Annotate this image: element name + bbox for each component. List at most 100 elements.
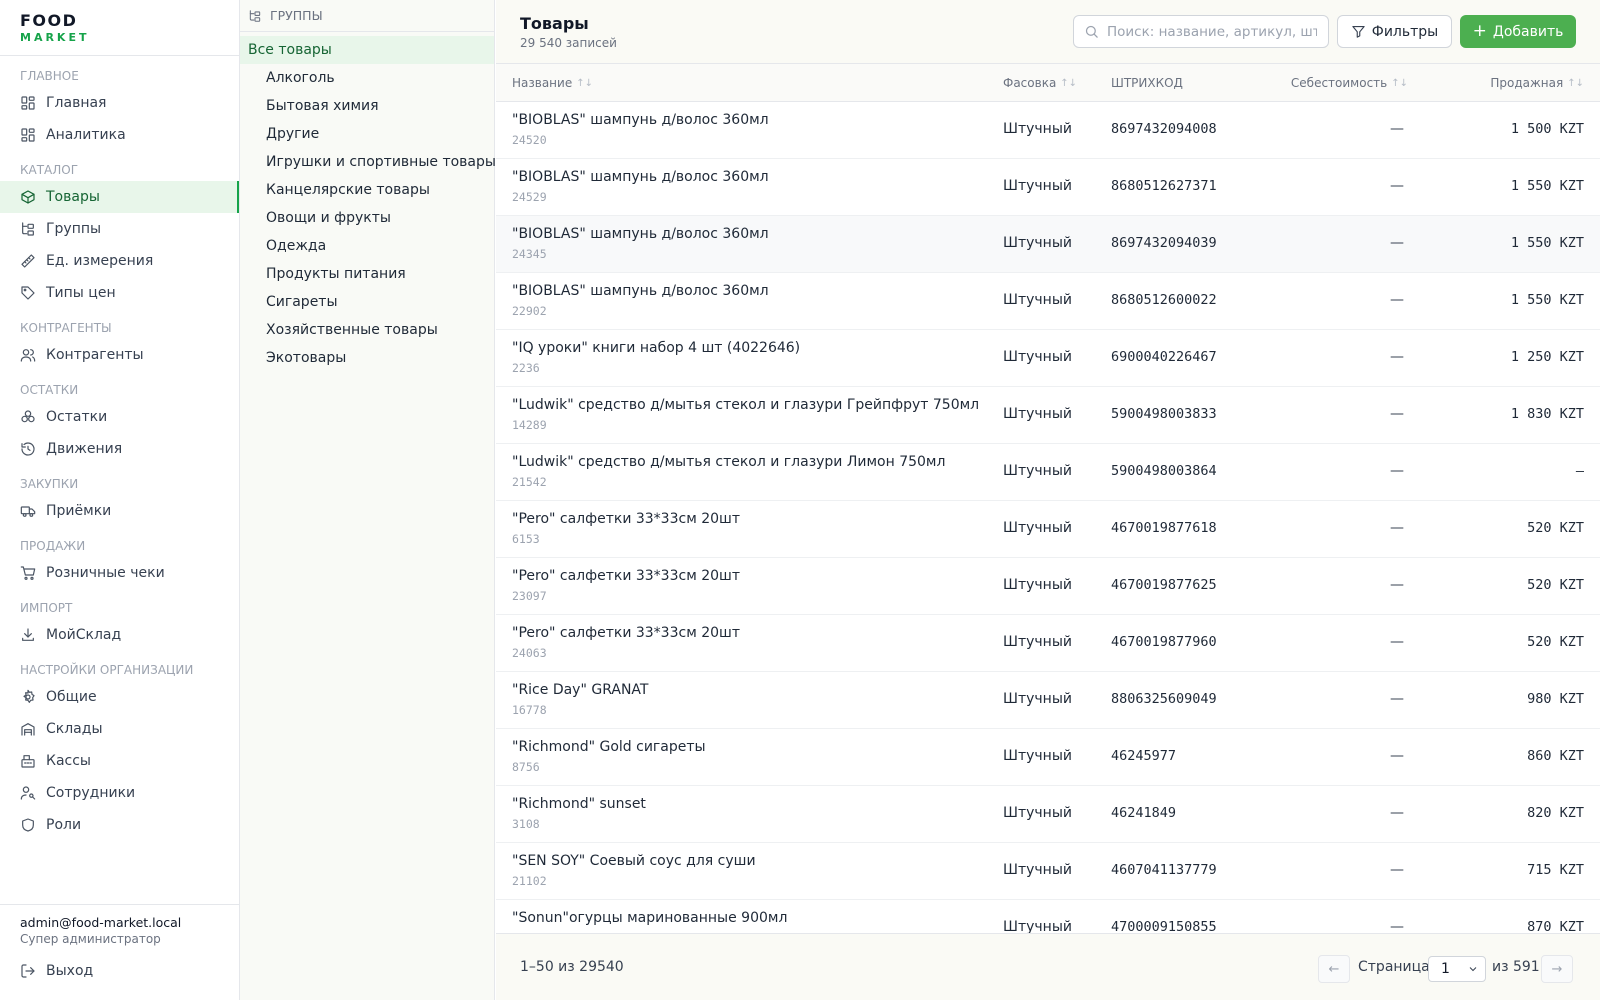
table-row[interactable]: "Richmond" Gold сигареты 8756 Штучный 46245… bbox=[496, 729, 1600, 786]
products-table: Название ↑↓ Фасовка ↑↓ ШТРИХКОД Себестоимо… bbox=[496, 64, 1600, 934]
sidebar-item[interactable]: Типы цен bbox=[0, 277, 239, 309]
group-item[interactable]: Продукты питания bbox=[240, 260, 494, 288]
logout-icon bbox=[21, 964, 35, 978]
column-header-cost[interactable]: Себестоимость ↑↓ bbox=[1291, 64, 1408, 102]
sidebar-item[interactable]: Склады bbox=[0, 713, 239, 745]
product-name: "Pero" салфетки 33*33см 20шт bbox=[512, 625, 740, 641]
sidebar-item[interactable]: Остатки bbox=[0, 401, 239, 433]
table-row[interactable]: "Sonun"огурцы маринованные 900мл Штучный 4… bbox=[496, 900, 1600, 933]
product-sku: 16778 bbox=[512, 703, 547, 717]
search-box[interactable] bbox=[1073, 15, 1329, 48]
product-price: 860 KZT bbox=[1527, 748, 1584, 764]
table-row[interactable]: "SEN SOY" Соевый соус для суши 21102 Штучн… bbox=[496, 843, 1600, 900]
product-price: 520 KZT bbox=[1527, 577, 1584, 593]
product-barcode: 4670019877960 bbox=[1111, 634, 1217, 650]
product-name: "BIOBLAS" шампунь д/волос 360мл bbox=[512, 169, 769, 185]
product-price: 715 KZT bbox=[1527, 862, 1584, 878]
product-barcode: 8697432094008 bbox=[1111, 121, 1217, 137]
sidebar-item[interactable]: Роли bbox=[0, 809, 239, 841]
sidebar-item[interactable]: Кассы bbox=[0, 745, 239, 777]
sidebar-item[interactable]: Общие bbox=[0, 681, 239, 713]
table-row[interactable]: "BIOBLAS" шампунь д/волос 360мл 24529 Штуч… bbox=[496, 159, 1600, 216]
table-row[interactable]: "BIOBLAS" шампунь д/волос 360мл 24520 Штуч… bbox=[496, 102, 1600, 159]
sidebar-item-label: Аналитика bbox=[46, 127, 126, 143]
table-row[interactable]: "Ludwik" средство д/мытья стекол и глазу… bbox=[496, 387, 1600, 444]
group-item[interactable]: Хозяйственные товары bbox=[240, 316, 494, 344]
group-item[interactable]: Игрушки и спортивные товары bbox=[240, 148, 496, 176]
column-header-pack[interactable]: Фасовка ↑↓ bbox=[1003, 64, 1077, 102]
nav-section-title: ГЛАВНОЕ bbox=[20, 69, 79, 83]
nav-section-title: ЗАКУПКИ bbox=[20, 477, 79, 491]
sidebar-item[interactable]: Приёмки bbox=[0, 495, 239, 527]
logout-button[interactable]: Выход bbox=[20, 961, 219, 981]
page-label: Страница bbox=[1358, 959, 1430, 975]
group-item[interactable]: Овощи и фрукты bbox=[240, 204, 494, 232]
sidebar-item-label: Типы цен bbox=[46, 285, 116, 301]
product-price: 1 550 KZT bbox=[1510, 178, 1584, 194]
product-price: 1 250 KZT bbox=[1510, 349, 1584, 365]
sort-icon: ↑↓ bbox=[1060, 77, 1078, 89]
product-cost: — bbox=[1390, 577, 1404, 593]
column-header-price-label: Продажная bbox=[1490, 76, 1564, 90]
product-barcode: 8697432094039 bbox=[1111, 235, 1217, 251]
sidebar-item[interactable]: Розничные чеки bbox=[0, 557, 239, 589]
product-sku: 6153 bbox=[512, 532, 540, 546]
search-icon bbox=[1085, 25, 1098, 38]
table-row[interactable]: "Ludwik" средство д/мытья стекол и глазу… bbox=[496, 444, 1600, 501]
sidebar-item[interactable]: Контрагенты bbox=[0, 339, 239, 371]
sidebar-item[interactable]: Ед. измерения bbox=[0, 245, 239, 277]
product-barcode: 5900498003864 bbox=[1111, 463, 1217, 479]
main-content: Товары 29 540 записей Фильтры + Добавить… bbox=[496, 0, 1600, 1000]
group-item-all[interactable]: Все товары bbox=[240, 36, 494, 64]
product-name: "Ludwik" средство д/мытья стекол и глазу… bbox=[512, 454, 946, 470]
product-name: "Rice Day" GRANAT bbox=[512, 682, 649, 698]
sidebar-item-label: Сотрудники bbox=[46, 785, 136, 801]
table-row[interactable]: "Pero" салфетки 33*33см 20шт 23097 Штучный… bbox=[496, 558, 1600, 615]
group-item[interactable]: Бытовая химия bbox=[240, 92, 494, 120]
group-item[interactable]: Одежда bbox=[240, 232, 494, 260]
sidebar-item-label: Товары bbox=[46, 189, 100, 205]
product-price: 1 550 KZT bbox=[1510, 292, 1584, 308]
group-item[interactable]: Экотовары bbox=[240, 344, 494, 372]
sort-icon: ↑↓ bbox=[1391, 77, 1408, 89]
brand-logo[interactable]: FOOD MARKET bbox=[0, 0, 239, 56]
table-row[interactable]: "IQ уроки" книги набор 4 шт (4022646) 223… bbox=[496, 330, 1600, 387]
sidebar-item[interactable]: Товары bbox=[0, 181, 239, 213]
column-header-price[interactable]: Продажная ↑↓ bbox=[1490, 64, 1584, 102]
sidebar-item[interactable]: Группы bbox=[0, 213, 239, 245]
download-icon bbox=[20, 627, 36, 643]
column-header-name[interactable]: Название ↑↓ bbox=[512, 64, 593, 102]
prev-page-button[interactable]: ← bbox=[1318, 955, 1350, 983]
table-row[interactable]: "Rice Day" GRANAT 16778 Штучный 88063256090… bbox=[496, 672, 1600, 729]
table-row[interactable]: "Pero" салфетки 33*33см 20шт 6153 Штучный 4… bbox=[496, 501, 1600, 558]
sidebar-item[interactable]: МойСклад bbox=[0, 619, 239, 651]
table-row[interactable]: "Pero" салфетки 33*33см 20шт 24063 Штучный… bbox=[496, 615, 1600, 672]
sidebar-item[interactable]: Движения bbox=[0, 433, 239, 465]
sidebar-item-label: Приёмки bbox=[46, 503, 112, 519]
group-item[interactable]: Сигареты bbox=[240, 288, 494, 316]
group-item[interactable]: Другие bbox=[240, 120, 494, 148]
group-item[interactable]: Алкоголь bbox=[240, 64, 494, 92]
product-name: "SEN SOY" Соевый соус для суши bbox=[512, 853, 756, 869]
search-input[interactable] bbox=[1107, 23, 1317, 40]
table-row[interactable]: "BIOBLAS" шампунь д/волос 360мл 24345 Штуч… bbox=[496, 216, 1600, 273]
table-row[interactable]: "BIOBLAS" шампунь д/волос 360мл 22902 Штуч… bbox=[496, 273, 1600, 330]
history-icon bbox=[20, 441, 36, 457]
product-barcode: 8680512627371 bbox=[1111, 178, 1217, 194]
filters-button[interactable]: Фильтры bbox=[1337, 15, 1452, 48]
product-cost: — bbox=[1390, 349, 1404, 365]
product-price: 520 KZT bbox=[1527, 634, 1584, 650]
next-page-button[interactable]: → bbox=[1541, 955, 1573, 983]
product-sku: 21102 bbox=[512, 874, 547, 888]
group-item[interactable]: Канцелярские товары bbox=[240, 176, 494, 204]
product-sku: 24063 bbox=[512, 646, 547, 660]
product-name: "BIOBLAS" шампунь д/волос 360мл bbox=[512, 226, 769, 242]
page-select[interactable]: 1 bbox=[1428, 956, 1486, 982]
table-row[interactable]: "Richmond" sunset 3108 Штучный 46241849 — 820… bbox=[496, 786, 1600, 843]
sidebar-item[interactable]: Главная bbox=[0, 87, 239, 119]
product-barcode: 4670019877618 bbox=[1111, 520, 1217, 536]
add-product-button[interactable]: + Добавить bbox=[1460, 15, 1576, 48]
sidebar-item[interactable]: Сотрудники bbox=[0, 777, 239, 809]
product-sku: 24529 bbox=[512, 190, 547, 204]
sidebar-item[interactable]: Аналитика bbox=[0, 119, 239, 151]
